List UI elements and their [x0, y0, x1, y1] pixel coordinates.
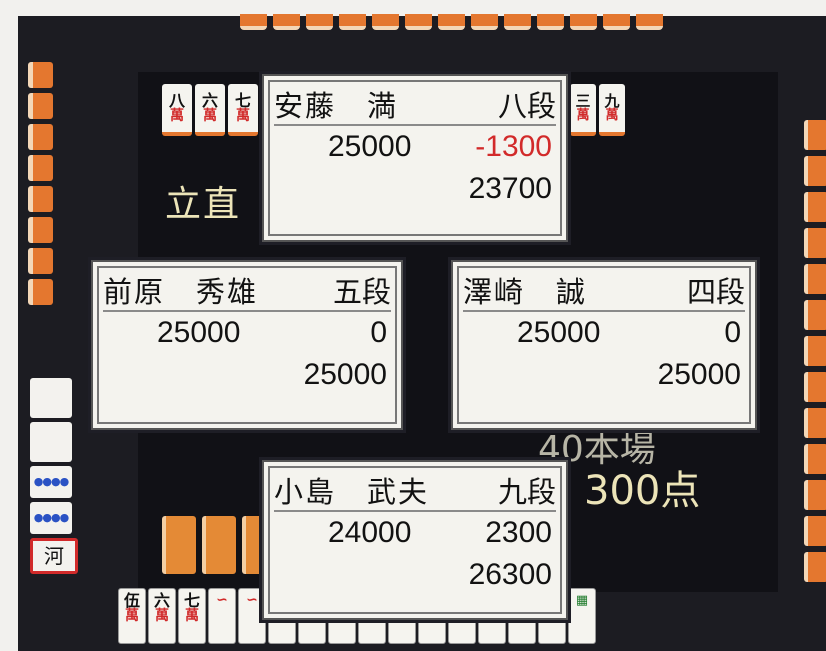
dead-wall-tiles — [162, 516, 276, 574]
discard-tile: 九萬 — [599, 84, 625, 136]
player-name: 安藤 満 — [274, 91, 399, 123]
total-score: 23700 — [468, 172, 552, 205]
player-rank: 五段 — [332, 277, 391, 309]
player-name: 小島 武夫 — [274, 477, 430, 509]
score-row: 24000 2300 — [274, 516, 552, 550]
riichi-label: 立直 — [165, 184, 242, 225]
discard-tile: 六萬 — [195, 84, 225, 136]
player-header: 安藤 満 八段 — [274, 84, 556, 126]
hand-tile[interactable]: ∽ — [208, 588, 236, 644]
river-tile: 河 — [30, 538, 78, 574]
total-score: 25000 — [303, 358, 387, 391]
score-panel-right: 澤崎 誠 四段 25000 0 25000 — [448, 257, 760, 433]
tile-back — [30, 378, 72, 418]
player-header: 小島 武夫 九段 — [274, 470, 556, 512]
player-rank: 九段 — [497, 477, 556, 509]
base-score: 24000 — [328, 516, 412, 549]
total-score: 25000 — [657, 358, 741, 391]
score-delta: 0 — [724, 316, 741, 349]
right-discard-row: 三萬 九萬 — [570, 84, 625, 136]
score-row: 25000 -1300 — [274, 130, 552, 164]
score-delta: -1300 — [475, 130, 552, 163]
tile-back — [30, 422, 72, 462]
player-header: 前原 秀雄 五段 — [103, 270, 391, 312]
left-meld-stack: ●●●● ●●●● 河 — [30, 378, 78, 574]
discard-tile: 三萬 — [570, 84, 596, 136]
hand-tile[interactable]: 六萬 — [148, 588, 176, 644]
riichi-points: 300点 — [584, 468, 701, 514]
base-score: 25000 — [157, 316, 241, 349]
score-delta: 2300 — [485, 516, 552, 549]
hand-tile[interactable]: ▦ — [568, 588, 596, 644]
pin-tile-icon: ●●●● — [30, 502, 72, 534]
opponent-top-hand-edge — [240, 14, 663, 30]
opponent-right-hand-edge — [804, 120, 826, 582]
player-rank: 八段 — [497, 91, 556, 123]
player-name: 前原 秀雄 — [103, 277, 259, 309]
score-panel-top: 安藤 満 八段 25000 -1300 23700 — [259, 71, 571, 245]
player-header: 澤崎 誠 四段 — [463, 270, 745, 312]
pin-tile-icon: ●●●● — [30, 466, 72, 498]
hand-tile[interactable]: 伍萬 — [118, 588, 146, 644]
total-score: 26300 — [468, 558, 552, 591]
score-panel-left: 前原 秀雄 五段 25000 0 25000 — [88, 257, 406, 433]
player-rank: 四段 — [686, 277, 745, 309]
base-score: 25000 — [328, 130, 412, 163]
score-row: 25000 0 — [103, 316, 387, 350]
player-name: 澤崎 誠 — [463, 277, 588, 309]
score-panel-bottom: 小島 武夫 九段 24000 2300 26300 — [259, 457, 571, 623]
opponent-left-hand-edge — [28, 62, 53, 305]
top-discard-row: 八萬 六萬 七萬 — [162, 84, 258, 136]
score-delta: 0 — [370, 316, 387, 349]
discard-tile: 七萬 — [228, 84, 258, 136]
base-score: 25000 — [517, 316, 601, 349]
hand-tile[interactable]: 七萬 — [178, 588, 206, 644]
score-row: 25000 0 — [463, 316, 741, 350]
discard-tile: 八萬 — [162, 84, 192, 136]
